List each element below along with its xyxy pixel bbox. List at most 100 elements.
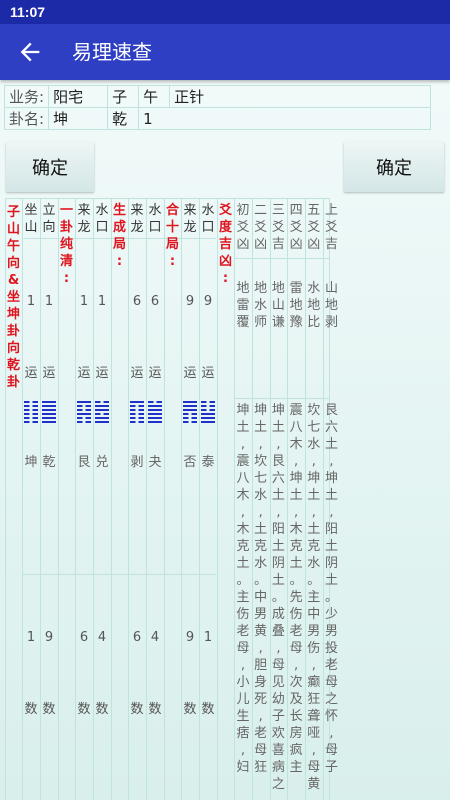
run-label: 运	[201, 366, 215, 381]
grid-hline	[234, 258, 329, 259]
column-header: 立向	[42, 203, 56, 235]
grid-vline	[217, 198, 218, 800]
yao-header: 三爻吉	[271, 203, 285, 252]
run-number: 9	[185, 294, 195, 309]
run-number: 9	[203, 294, 213, 309]
group-label: 生成局:	[112, 203, 126, 269]
column-header: 水口	[148, 203, 162, 235]
run-label: 运	[95, 366, 109, 381]
column-header: 来龙	[130, 203, 144, 235]
confirm-button-left[interactable]: 确定	[6, 142, 94, 192]
gua-face: 乾	[107, 107, 140, 130]
sum-number: 6	[79, 630, 89, 645]
gua-count: 1	[138, 107, 431, 130]
query-form: 业务: 阳宅 子 午 正针 卦名: 坤 乾 1	[3, 85, 431, 130]
run-label: 运	[183, 366, 197, 381]
yao-gua: 地水师	[254, 281, 268, 330]
facing-field[interactable]: 午	[138, 85, 171, 108]
hexagram-icon	[148, 401, 162, 425]
grid-hline	[5, 198, 330, 199]
column-header: 来龙	[77, 203, 91, 235]
column-header: 水口	[95, 203, 109, 235]
sum-label: 数	[148, 702, 162, 717]
grid-vline	[111, 198, 112, 800]
yao-header: 五爻凶	[307, 203, 321, 252]
run-label: 运	[77, 366, 91, 381]
sum-number: 1	[26, 630, 36, 645]
gua-label: 卦名:	[3, 107, 50, 130]
confirm-button-right[interactable]: 确定	[344, 142, 444, 192]
sum-number: 1	[203, 630, 213, 645]
run-number: 1	[79, 294, 89, 309]
sum-label: 数	[95, 702, 109, 717]
yao-detail: 坎七水, 坤土, 土克水。主中男伤, 癫狂聋哑, 母黄	[307, 403, 321, 792]
run-number: 6	[150, 294, 160, 309]
yao-detail: 坤土, 震八木, 木克土。主伤老母, 小儿生痞, 妇	[236, 403, 250, 775]
column-header: 坐山	[24, 203, 38, 235]
yao-gua: 地山谦	[271, 281, 285, 330]
group-label: 合十局:	[165, 203, 179, 269]
yao-detail: 艮六土, 坤土, 阳土阴土。少男投老母之怀, 母子	[324, 403, 338, 775]
sum-label: 数	[183, 702, 197, 717]
gua-name: 乾	[42, 455, 56, 470]
gua-sit: 坤	[48, 107, 109, 130]
yao-header: 上爻吉	[324, 203, 338, 252]
business-field[interactable]: 阳宅	[48, 85, 109, 108]
yao-header: 初爻凶	[236, 203, 250, 252]
mountain-field[interactable]: 子	[107, 85, 140, 108]
run-number: 1	[26, 294, 36, 309]
result-grid: 子山午向 & 坐坤卦向乾卦坐山 1 运坤 1 数 立向 1 运乾 9 数 一卦纯清: 来龙 1 运艮 6 数 水口 1…	[5, 198, 450, 800]
run-number: 1	[97, 294, 107, 309]
gua-name: 否	[183, 455, 197, 470]
sum-number: 9	[44, 630, 54, 645]
grid-vline	[164, 198, 165, 800]
yao-gua: 山地剥	[324, 281, 338, 330]
sum-number: 9	[185, 630, 195, 645]
group-label: 爻度吉凶:	[218, 203, 232, 286]
run-label: 运	[130, 366, 144, 381]
gua-name: 艮	[77, 455, 91, 470]
needle-field[interactable]: 正针	[169, 85, 431, 108]
run-label: 运	[148, 366, 162, 381]
sum-number: 4	[97, 630, 107, 645]
sum-number: 4	[150, 630, 160, 645]
side-label: 子山午向 & 坐坤卦向乾卦	[6, 205, 20, 390]
column-header: 水口	[201, 203, 215, 235]
gua-name: 剥	[130, 455, 144, 470]
run-label: 运	[24, 366, 38, 381]
group-label: 一卦纯清:	[59, 203, 73, 286]
yao-header: 四爻凶	[289, 203, 303, 252]
hexagram-icon	[24, 401, 38, 425]
sum-label: 数	[77, 702, 91, 717]
grid-vline	[58, 198, 59, 800]
grid-hline	[234, 398, 329, 399]
hexagram-icon	[183, 401, 197, 425]
arrow-back-icon[interactable]	[16, 38, 44, 66]
hexagram-icon	[95, 401, 109, 425]
sum-label: 数	[130, 702, 144, 717]
hexagram-icon	[201, 401, 215, 425]
yao-gua: 地雷覆	[236, 281, 250, 330]
hexagram-icon	[42, 401, 56, 425]
column-header: 来龙	[183, 203, 197, 235]
sum-label: 数	[201, 702, 215, 717]
yao-header: 二爻凶	[254, 203, 268, 252]
run-number: 1	[44, 294, 54, 309]
yao-detail: 震八木, 坤土, 木克土。先伤老母, 次及长房疯主	[289, 403, 303, 775]
sum-label: 数	[42, 702, 56, 717]
run-number: 6	[132, 294, 142, 309]
yao-gua: 雷地豫	[289, 281, 303, 330]
run-label: 运	[42, 366, 56, 381]
hexagram-icon	[130, 401, 144, 425]
hexagram-icon	[77, 401, 91, 425]
yao-detail: 坤土, 坎七水, 土克水。中男黄, 胆身死, 老母狂	[254, 403, 268, 775]
gua-name: 坤	[24, 455, 38, 470]
app-bar: 易理速查	[0, 24, 450, 80]
page-title: 易理速查	[72, 40, 152, 64]
business-label: 业务:	[3, 85, 50, 108]
yao-gua: 水地比	[307, 281, 321, 330]
status-time: 11:07	[10, 4, 46, 20]
status-bar: 11:07	[0, 0, 450, 24]
gua-name: 夬	[148, 455, 162, 470]
gua-name: 兑	[95, 455, 109, 470]
